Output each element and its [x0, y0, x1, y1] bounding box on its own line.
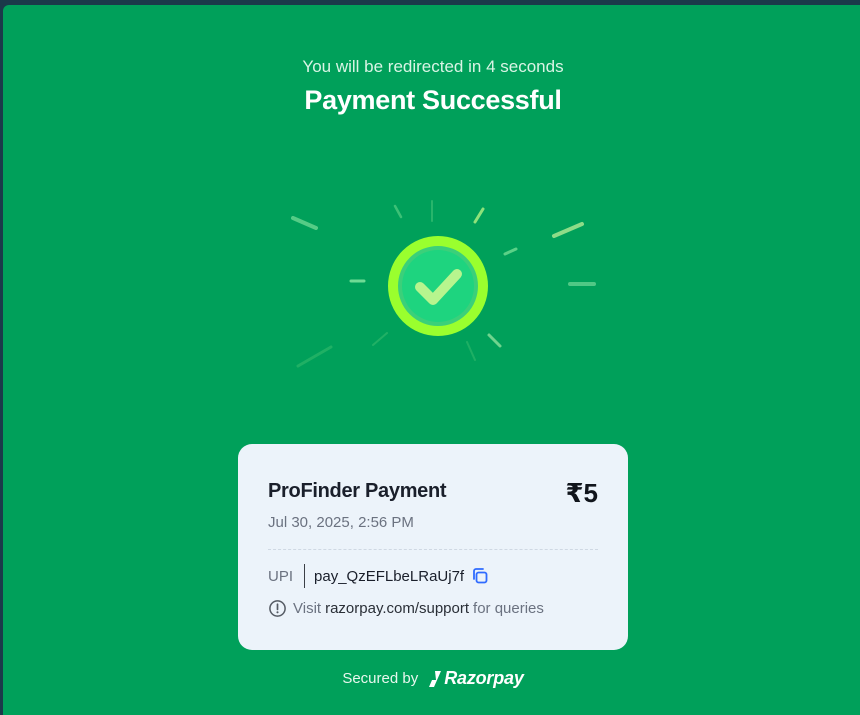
support-note: Visit razorpay.com/support for queries: [268, 599, 544, 618]
razorpay-logo: Razorpay: [428, 668, 524, 689]
page-title: Payment Successful: [304, 85, 562, 115]
support-link[interactable]: razorpay.com/support: [325, 600, 469, 617]
success-burst-illustration: [291, 200, 596, 368]
razorpay-mark-icon: [429, 670, 442, 687]
card-divider: [268, 549, 598, 550]
payment-id-row: UPI pay_QzEFLbeLRaUj7f: [268, 564, 490, 588]
method-separator: [304, 564, 306, 588]
payment-id: pay_QzEFLbeLRaUj7f: [314, 567, 465, 585]
razorpay-wordmark: Razorpay: [444, 668, 524, 688]
support-prefix: Visit: [293, 600, 322, 617]
merchant-name: ProFinder Payment: [268, 480, 447, 502]
info-icon: [269, 600, 286, 617]
payment-method: UPI: [268, 567, 294, 585]
support-suffix: for queries: [473, 600, 544, 617]
copy-icon[interactable]: [470, 566, 490, 586]
success-inner-circle: [402, 250, 474, 322]
payment-success-panel: You will be redirected in 4 seconds Paym…: [3, 5, 860, 715]
payment-datetime: Jul 30, 2025, 2:56 PM: [268, 514, 414, 531]
payment-amount: ₹5: [565, 478, 598, 508]
redirect-countdown: You will be redirected in 4 seconds: [302, 57, 564, 76]
payment-details-card: ProFinder Payment ₹5 Jul 30, 2025, 2:56 …: [238, 444, 628, 650]
secured-by-label: Secured by: [342, 670, 419, 687]
secured-by-footer: Secured by Razorpay: [3, 668, 860, 689]
